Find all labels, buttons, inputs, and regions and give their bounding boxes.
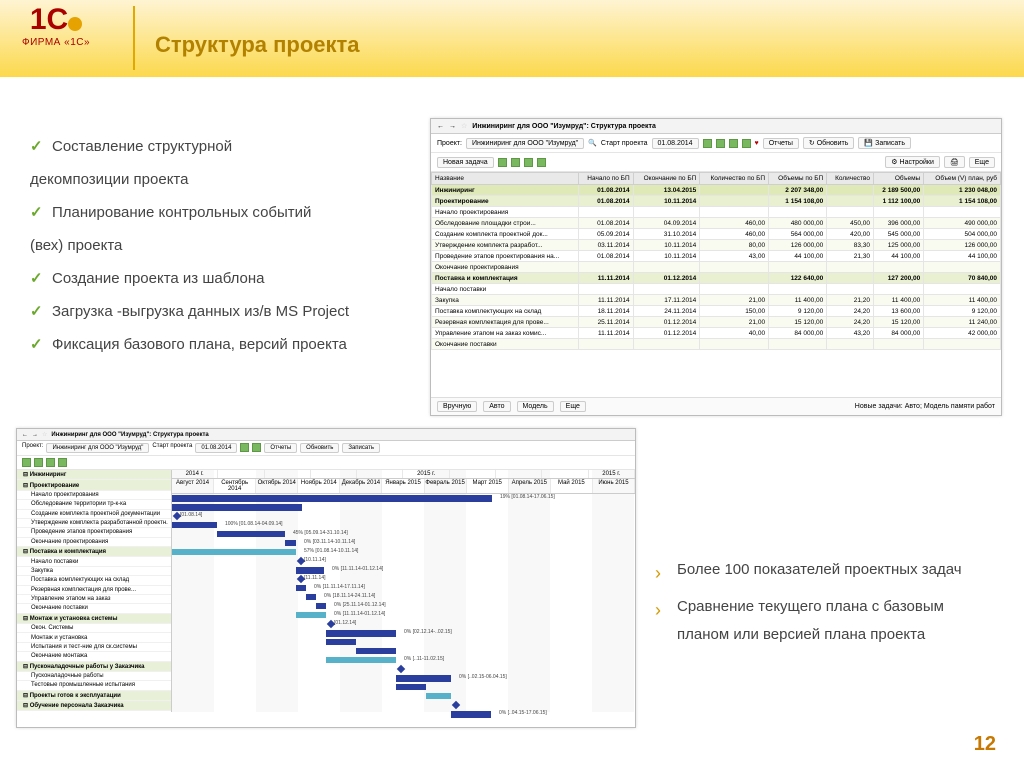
tool-icon[interactable]: [703, 139, 712, 148]
bullets-left: Составление структурной декомпозиции про…: [30, 130, 410, 361]
toolbar-1: Проект: Инжиниринг для ООО "Изумруд" 🔍 С…: [431, 134, 1001, 153]
start-date-field[interactable]: 01.08.2014: [652, 138, 699, 149]
nav-back-icon[interactable]: ←: [437, 123, 444, 130]
model-button[interactable]: Модель: [517, 401, 554, 412]
tool-icon[interactable]: [716, 139, 725, 148]
reports-button[interactable]: Отчеты: [763, 138, 799, 149]
more2-button[interactable]: Еще: [560, 401, 586, 412]
reports-button[interactable]: Отчеты: [264, 443, 297, 453]
more-button[interactable]: Еще: [969, 157, 995, 168]
tool-icon[interactable]: ♥: [755, 140, 759, 147]
tool-icon[interactable]: [742, 139, 751, 148]
star-icon[interactable]: ☆: [461, 122, 467, 130]
logo: 1С ФИРМА «1С»: [22, 8, 90, 48]
tool-icon[interactable]: [252, 443, 261, 452]
tool-icon[interactable]: [511, 158, 520, 167]
tool-icon[interactable]: [537, 158, 546, 167]
window-title: Инжиниринг для ООО "Изумруд": Структура …: [472, 123, 656, 130]
tool-icon[interactable]: [58, 458, 67, 467]
gantt-chart[interactable]: 2014 г.2015 г.2015 г. Август 2014Сентябр…: [172, 470, 635, 712]
status-text: Новые задачи: Авто; Модель памяти работ: [855, 403, 995, 410]
tool-icon[interactable]: [498, 158, 507, 167]
gantt-window: ← → ☆ Инжиниринг для ООО "Изумруд": Стру…: [16, 428, 636, 728]
start-date-field[interactable]: 01.08.2014: [195, 443, 237, 453]
page-title: Структура проекта: [155, 32, 360, 58]
table-footer: Вручную Авто Модель Еще Новые задачи: Ав…: [431, 397, 1001, 415]
print-icon[interactable]: 🖨: [944, 156, 965, 168]
nav-back-icon[interactable]: ←: [22, 432, 28, 438]
tool-icon[interactable]: [34, 458, 43, 467]
page-number: 12: [974, 733, 996, 756]
save-button[interactable]: 💾 Записать: [858, 137, 911, 149]
task-list[interactable]: ⊟ Инжиниринг⊟ ПроектированиеНачало проек…: [17, 470, 172, 712]
project-field[interactable]: Инжиниринг для ООО "Изумруд": [46, 443, 149, 453]
tool-icon[interactable]: [524, 158, 533, 167]
refresh-button[interactable]: ↻ Обновить: [803, 137, 855, 149]
nav-fwd-icon[interactable]: →: [449, 123, 456, 130]
new-task-button[interactable]: Новая задача: [437, 157, 494, 168]
toolbar-2: Новая задача ⚙ Настройки 🖨 Еще: [431, 153, 1001, 172]
settings-button[interactable]: ⚙ Настройки: [885, 156, 940, 168]
tool-icon[interactable]: [46, 458, 55, 467]
star-icon[interactable]: ☆: [42, 431, 47, 438]
table-window: ← → ☆ Инжиниринг для ООО "Изумруд": Стру…: [430, 118, 1002, 416]
auto-button[interactable]: Авто: [483, 401, 510, 412]
data-grid[interactable]: НазваниеНачало по БПОкончание по БПКолич…: [431, 172, 1001, 350]
tool-icon[interactable]: [22, 458, 31, 467]
manual-button[interactable]: Вручную: [437, 401, 477, 412]
tool-icon[interactable]: [240, 443, 249, 452]
search-icon[interactable]: 🔍: [588, 139, 597, 147]
refresh-button[interactable]: Обновить: [300, 443, 339, 453]
bullets-right: Более 100 показателей проектных задач Ср…: [655, 556, 995, 658]
nav-fwd-icon[interactable]: →: [32, 432, 38, 438]
project-field[interactable]: Инжиниринг для ООО "Изумруд": [466, 138, 584, 149]
window-title: Инжиниринг для ООО "Изумруд": Структура …: [51, 432, 208, 438]
save-button[interactable]: Записать: [342, 443, 380, 453]
tool-icon[interactable]: [729, 139, 738, 148]
